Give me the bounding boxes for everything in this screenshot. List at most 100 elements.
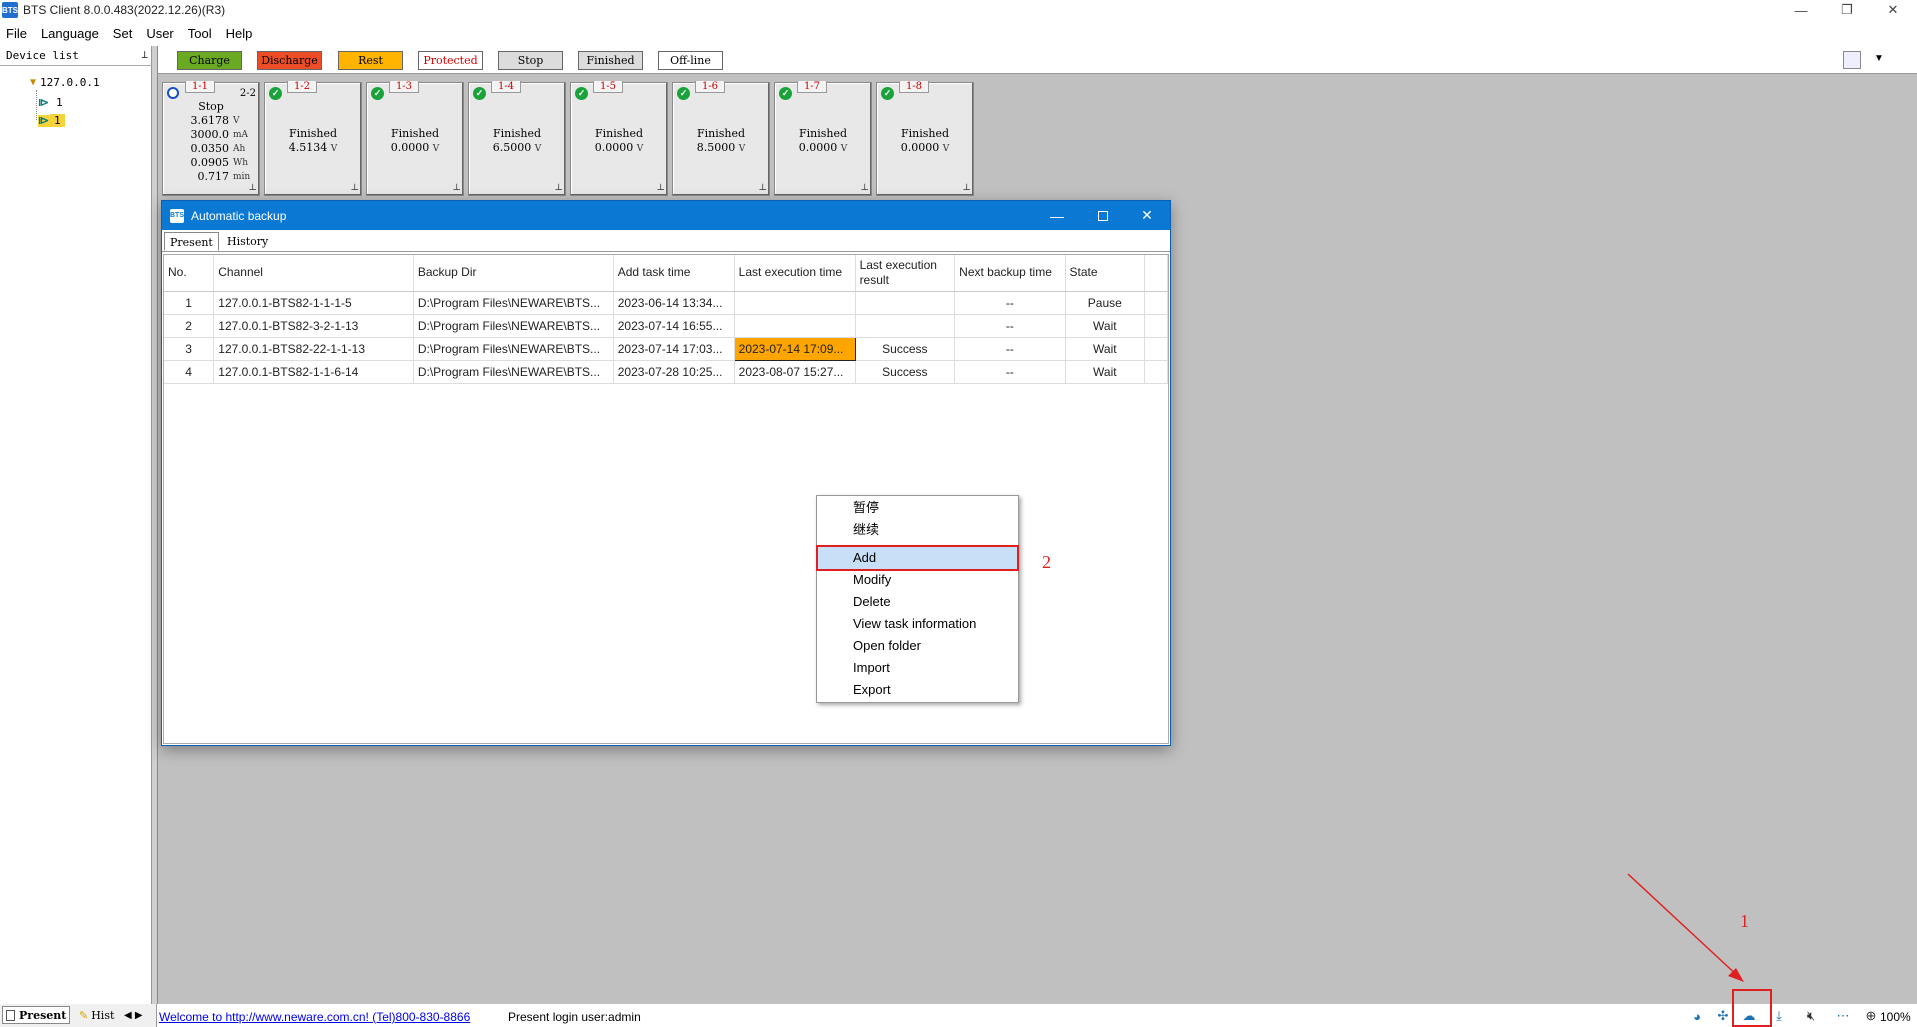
menu-item-open-folder[interactable]: Open folder <box>818 635 1017 657</box>
browser-icon[interactable]: ◕ <box>1688 1007 1706 1025</box>
more-icon[interactable]: ⋯ <box>1834 1007 1852 1025</box>
channel-status: Finished <box>492 127 542 140</box>
pin-icon: ⊥ <box>452 183 461 193</box>
restore-button[interactable]: ❐ <box>1824 0 1870 20</box>
table-row[interactable]: 3 127.0.0.1-BTS82-22-1-1-13 D:\Program Fil… <box>164 336 1168 361</box>
bottom-tab-present[interactable]: Present <box>2 1006 71 1024</box>
channel-id: 1-1 <box>185 81 215 93</box>
column-header[interactable]: Next backup time <box>954 255 1066 292</box>
pin-icon: ⊥ <box>860 183 869 193</box>
channel-id: 1-5 <box>593 81 623 93</box>
column-header[interactable]: State <box>1065 255 1146 292</box>
channel-voltage: 0.0000 V <box>390 141 440 154</box>
channel-status: Finished <box>900 127 950 140</box>
menu-item-add[interactable]: Add <box>816 545 1019 571</box>
channel-tile-1-4[interactable]: 1-4 ✓ Finished 6.5000 V ⊥ <box>468 81 566 196</box>
table-row[interactable]: 2 127.0.0.1-BTS82-3-2-1-13 D:\Program File… <box>164 314 1168 338</box>
pin-icon[interactable]: ⊥ <box>141 48 148 61</box>
column-header[interactable]: Add task time <box>613 255 735 292</box>
pin-icon: ⊥ <box>248 183 257 193</box>
tab-scroll-arrows-icon[interactable]: ◀ ▶ <box>124 1006 143 1024</box>
legend-rest: Rest <box>338 51 403 70</box>
check-icon: ✓ <box>779 87 792 100</box>
minimize-button[interactable]: — <box>1778 0 1824 20</box>
menu-tool[interactable]: Tool <box>188 26 212 41</box>
dialog-title-bar[interactable]: BTS Automatic backup — ✕ <box>162 201 1170 230</box>
channel-tile-1-7[interactable]: 1-7 ✓ Finished 0.0000 V ⊥ <box>774 81 872 196</box>
menu-item-pause[interactable]: 暂停 <box>818 497 1017 519</box>
menu-item-view-task-information[interactable]: View task information <box>818 613 1017 635</box>
column-header[interactable]: Last execution result <box>855 255 956 292</box>
document-icon <box>6 1009 15 1021</box>
menu-item-import[interactable]: Import <box>818 657 1017 679</box>
dialog-minimize-button[interactable]: — <box>1034 201 1080 230</box>
table-row[interactable]: 4 127.0.0.1-BTS82-1-1-6-14 D:\Program File… <box>164 360 1168 384</box>
legend-stop: Stop <box>498 51 563 70</box>
channel-readings-units: V mA Ah Wh min <box>233 116 251 182</box>
menu-user[interactable]: User <box>146 26 173 41</box>
menu-item-modify[interactable]: Modify <box>818 569 1017 591</box>
menu-item-resume[interactable]: 继续 <box>818 519 1017 541</box>
menu-language[interactable]: Language <box>41 26 99 41</box>
channel-tile-1-2[interactable]: 1-2 ✓ Finished 4.5134 V ⊥ <box>264 81 362 196</box>
tree-node-unit-1[interactable]: ⧐ 1 <box>38 96 63 109</box>
layout-view-icon[interactable] <box>1843 51 1861 69</box>
download-icon[interactable]: ⤓ <box>1770 1007 1788 1025</box>
zoom-level[interactable]: 100% <box>1880 1010 1911 1024</box>
device-list-panel: Device list ⊥ ▼ 127.0.0.1 ⧐ 1 ⧐ 1 <box>0 46 152 1004</box>
column-header[interactable]: Channel <box>213 255 414 292</box>
dialog-close-button[interactable]: ✕ <box>1124 201 1170 230</box>
bottom-tab-hist[interactable]: ✎ Hist <box>76 1006 117 1024</box>
channel-status: Finished <box>288 127 338 140</box>
channel-status: Finished <box>798 127 848 140</box>
channel-id: 1-7 <box>797 81 827 93</box>
column-header[interactable]: No. <box>164 255 215 292</box>
welcome-link[interactable]: Welcome to http://www.neware.com.cn! (Te… <box>159 1010 470 1024</box>
channel-status: Stop <box>198 100 224 113</box>
device-list-title: Device list <box>6 49 79 62</box>
channel-tile-1-6[interactable]: 1-6 ✓ Finished 8.5000 V ⊥ <box>672 81 770 196</box>
dialog-maximize-button[interactable] <box>1080 201 1126 230</box>
channel-tile-1-1[interactable]: 1-1 2-2 Stop 3.6178 3000.0 0.0350 0.0905… <box>162 81 260 196</box>
expand-arrow-icon[interactable]: ▼ <box>30 77 36 88</box>
dialog-app-icon: BTS <box>170 208 184 223</box>
tab-history[interactable]: History <box>222 232 273 251</box>
bottom-tab-strip: Present ✎ Hist ◀ ▶ <box>0 1004 157 1027</box>
menu-help[interactable]: Help <box>226 26 253 41</box>
channel-tile-1-3[interactable]: 1-3 ✓ Finished 0.0000 V ⊥ <box>366 81 464 196</box>
device-list-header: Device list ⊥ <box>0 46 152 66</box>
menu-file[interactable]: File <box>6 26 27 41</box>
tab-present[interactable]: Present <box>164 232 219 251</box>
channel-tile-1-8[interactable]: 1-8 ✓ Finished 0.0000 V ⊥ <box>876 81 974 196</box>
menu-item-delete[interactable]: Delete <box>818 591 1017 613</box>
dialog-title: Automatic backup <box>191 208 287 223</box>
menu-set[interactable]: Set <box>113 26 133 41</box>
cloud-backup-icon[interactable]: ☁ <box>1740 1007 1758 1025</box>
close-button[interactable]: ✕ <box>1870 0 1916 20</box>
channel-id: 1-4 <box>491 81 521 93</box>
column-header[interactable]: Last execution time <box>734 255 856 292</box>
menu-item-export[interactable]: Export <box>818 679 1017 701</box>
dropdown-arrow-icon[interactable]: ▼ <box>1874 53 1884 64</box>
table-header-row: No. Channel Backup Dir Add task time Las… <box>164 255 1168 292</box>
fan-icon[interactable]: ✣ <box>1714 1007 1732 1025</box>
unit-icon: ⧐ <box>38 113 50 127</box>
legend-protected: Protected <box>418 51 483 70</box>
channel-status: Finished <box>696 127 746 140</box>
tree-node-unit-2[interactable]: ⧐ 1 <box>38 114 65 127</box>
check-icon: ✓ <box>677 87 690 100</box>
selected-cell[interactable]: 2023-07-14 17:09... <box>733 336 856 361</box>
unit-label: 1 <box>50 114 65 127</box>
channel-id: 1-3 <box>389 81 419 93</box>
zoom-icon[interactable]: ⊕ <box>1862 1007 1880 1025</box>
table-row[interactable]: 1 127.0.0.1-BTS82-1-1-1-5 D:\Program Files… <box>164 291 1168 315</box>
annotation-arrow <box>1627 873 1744 982</box>
channel-tile-1-5[interactable]: 1-5 ✓ Finished 0.0000 V ⊥ <box>570 81 668 196</box>
mute-icon[interactable]: 🔇︎ <box>1802 1007 1820 1025</box>
check-icon: ✓ <box>881 87 894 100</box>
column-header[interactable]: Backup Dir <box>413 255 614 292</box>
legend-finished: Finished <box>578 51 643 70</box>
check-icon: ✓ <box>269 87 282 100</box>
tree-node-device[interactable]: ▼ 127.0.0.1 <box>30 76 100 89</box>
channel-voltage: 6.5000 V <box>492 141 542 154</box>
